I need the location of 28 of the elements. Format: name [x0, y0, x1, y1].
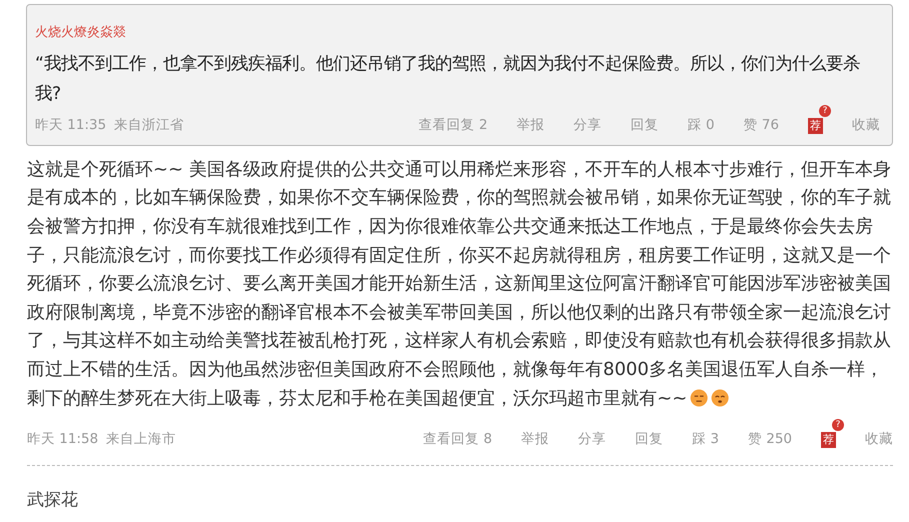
weary-emoji-icon: [711, 388, 730, 406]
action-link[interactable]: 查看回复 2: [418, 114, 488, 135]
quote-text: “我找不到工作，也拿不到残疾福利。他们还吊销了我的驾照，就因为我付不起保险费。所以，你们为什么要杀我?: [35, 52, 861, 106]
comment-text: 这就是个死循环~~ 美国各级政府提供的公共交通可以用稀烂来形容，不开车的人根本寸步难行，但开车本身是有成本的，比如车辆保险费，如果你不交车辆保险费，你的驾照就会被吊销，如果你无证驾驶，你的车子就会被警方扣押，你没有车就很难找到工作，因为你很难依靠公共交通来抵达工作地点，于是最终你会失去房子，只能流浪乞讨，而你要找工作必须得有固定住所，你买不起房就得租房，租房要工作证明，这就又是一个死循环，你要么流浪乞讨、要么离开美国才能开始新生活，这新闻里这位阿富汗翻译官可能因涉军涉密被美国政府限制离境，毕竟不涉密的翻译官根本不会被美军带回美国，所以他仅剩的出路只有带领全家一起流浪乞讨了，与其这样不如主动给美警找茬被乱枪打死，这样家人有机会索赔，即使没有赔款也有机会获得很多捐款从而过上不错的生活。因为他虽然涉密但美国政府不会照顾他，就像每年有8000多名美国退伍军人自杀一样，剩下的醉生梦死在大街上吸毒，芬太尼和手枪在美国超便宜，沃尔玛超市里就有~~: [27, 158, 892, 410]
timestamp: 昨天 11:35: [35, 116, 106, 134]
action-link[interactable]: 踩 3: [692, 429, 719, 450]
action-link[interactable]: 举报: [516, 114, 545, 135]
action-link[interactable]: 查看回复 8: [423, 429, 492, 450]
username[interactable]: 火烧火燎炎焱燚: [35, 23, 880, 42]
action-link[interactable]: 收藏: [852, 114, 880, 135]
action-link[interactable]: 分享: [574, 114, 602, 135]
recommend-button[interactable]: 荐: [808, 118, 823, 134]
action-link[interactable]: 赞 250: [748, 429, 792, 450]
action-link[interactable]: 举报: [521, 429, 550, 450]
timestamp: 昨天 11:58: [27, 430, 98, 450]
action-link[interactable]: 收藏: [865, 429, 893, 450]
recommend-button[interactable]: 荐: [821, 432, 836, 448]
username[interactable]: 武探花: [27, 488, 893, 514]
action-link[interactable]: 回复: [635, 429, 664, 450]
action-link[interactable]: 赞 76: [744, 114, 779, 135]
location-text: 来自上海市: [106, 430, 176, 450]
location-text: 来自浙江省: [114, 116, 184, 134]
help-badge: ?: [819, 104, 831, 116]
action-link[interactable]: 分享: [578, 429, 606, 450]
action-link[interactable]: 回复: [630, 114, 659, 135]
help-badge: ?: [832, 419, 844, 432]
action-link[interactable]: 踩 0: [688, 114, 715, 135]
expressionless-emoji-icon: [690, 388, 708, 406]
